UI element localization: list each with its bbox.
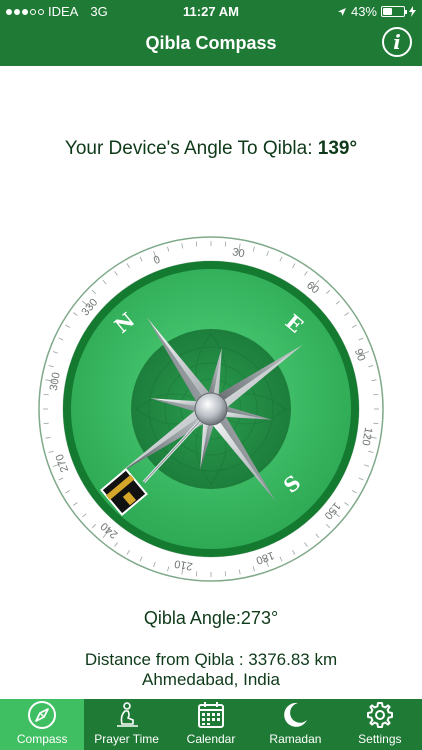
location-arrow-icon	[337, 7, 346, 16]
battery-icon	[381, 6, 407, 17]
tab-prayer-time[interactable]: Prayer Time	[84, 699, 168, 750]
tab-compass[interactable]: Compass	[0, 699, 85, 750]
tab-bar: Compass Prayer Time Calendar Ramadan Set…	[0, 699, 422, 750]
qibla-angle-value: 273°	[240, 608, 279, 628]
degree-label-30: 30	[231, 246, 245, 260]
crescent-moon-icon	[284, 702, 308, 727]
device-angle-value: 139°	[317, 138, 358, 159]
info-icon: i	[393, 30, 401, 54]
distance-text: Distance from Qibla : 3376.83 km	[84, 650, 338, 669]
prayer-icon	[116, 702, 138, 727]
device-angle-text: Your Device's Angle To Qibla: 139°	[0, 138, 422, 160]
compass-icon	[28, 701, 57, 729]
tab-calendar[interactable]: Calendar	[169, 699, 253, 750]
calendar-icon	[198, 702, 225, 728]
info-button[interactable]: i	[382, 27, 412, 57]
page-title: Qibla Compass	[145, 33, 277, 53]
battery-percent: 43%	[350, 4, 377, 19]
qibla-angle-label: Qibla Angle:	[143, 608, 241, 628]
tab-label: Compass	[16, 732, 68, 746]
location-text: Ahmedabad, India	[142, 670, 280, 689]
distance-info: Distance from Qibla : 3376.83 km Ahmedab…	[0, 650, 422, 690]
tab-ramadan[interactable]: Ramadan	[253, 699, 337, 750]
tab-label: Calendar	[186, 732, 236, 746]
qibla-compass: 0306090120150180210240270300330 N E S	[38, 236, 384, 582]
compass-hub	[194, 392, 228, 426]
tab-label: Prayer Time	[94, 732, 159, 746]
status-bar: IDEA 3G 11:27 AM 43%	[0, 0, 422, 22]
qibla-angle-text: Qibla Angle:273°	[0, 608, 422, 629]
tab-label: Ramadan	[269, 732, 322, 746]
device-angle-label: Your Device's Angle To Qibla:	[64, 138, 313, 159]
gear-icon	[366, 702, 393, 728]
tab-settings[interactable]: Settings	[338, 699, 422, 750]
charging-bolt-icon	[409, 6, 416, 17]
tab-label: Settings	[358, 732, 402, 746]
nav-bar: Qibla Compass i	[0, 22, 422, 66]
